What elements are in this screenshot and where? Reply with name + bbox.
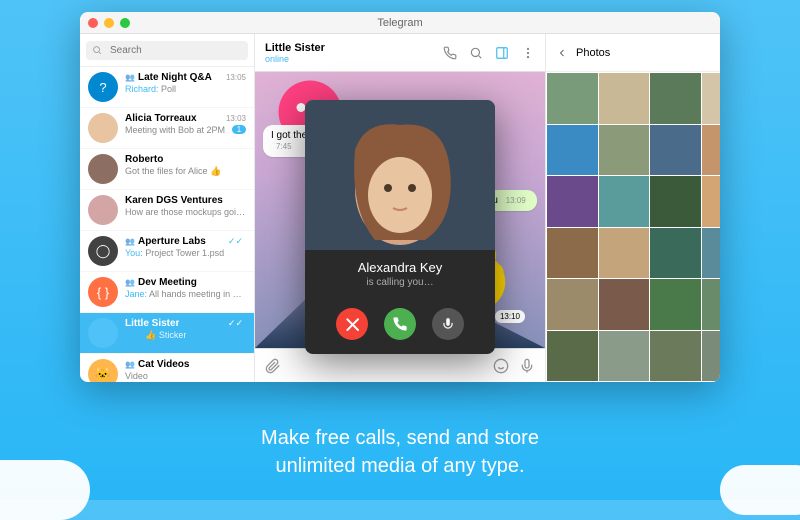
photo-grid: [546, 72, 720, 382]
photo-thumbnail[interactable]: [599, 125, 650, 176]
message-time: 13:09: [506, 196, 526, 205]
chat-name: Roberto: [125, 154, 163, 165]
photo-thumbnail[interactable]: [547, 228, 598, 279]
chat-list-item[interactable]: { } 👥Dev Meeting Jane: All hands meeting…: [80, 272, 254, 313]
mic-toggle-button[interactable]: [432, 308, 464, 340]
chat-list-item[interactable]: Alicia Torreaux 13:03 Meeting with Bob a…: [80, 108, 254, 149]
caller-photo: [305, 100, 495, 250]
group-icon: 👥: [125, 237, 135, 246]
group-icon: 👥: [125, 73, 135, 82]
photo-thumbnail[interactable]: [702, 176, 721, 227]
photos-title: Photos: [576, 47, 610, 59]
minimize-window-button[interactable]: [104, 18, 114, 28]
chat-list-item[interactable]: ? 👥Late Night Q&A 13:05 Richard: Poll: [80, 67, 254, 108]
photo-thumbnail[interactable]: [702, 73, 721, 124]
chat-name: Alicia Torreaux: [125, 113, 197, 124]
photo-thumbnail[interactable]: [547, 125, 598, 176]
read-check-icon: ✓✓: [228, 236, 243, 247]
chat-preview: Meeting with Bob at 2PM: [125, 125, 225, 135]
photo-thumbnail[interactable]: [650, 73, 701, 124]
chat-list-item[interactable]: Roberto Got the files for Alice 👍: [80, 149, 254, 190]
avatar: [88, 154, 118, 184]
avatar: ◯: [88, 236, 118, 266]
close-window-button[interactable]: [88, 18, 98, 28]
accept-call-button[interactable]: [384, 308, 416, 340]
caller-name: Alexandra Key: [315, 260, 485, 275]
attach-icon[interactable]: [265, 358, 281, 374]
call-icon[interactable]: [443, 46, 457, 60]
chat-preview: Jane: All hands meeting in 304: [125, 289, 246, 299]
photo-thumbnail[interactable]: [702, 331, 721, 382]
chat-name: Little Sister: [125, 318, 179, 329]
chat-list: ? 👥Late Night Q&A 13:05 Richard: Poll Al…: [80, 67, 254, 382]
avatar: [88, 195, 118, 225]
avatar: { }: [88, 277, 118, 307]
photo-thumbnail[interactable]: [599, 73, 650, 124]
avatar: ?: [88, 72, 118, 102]
window-title: Telegram: [377, 17, 422, 29]
conversation-name: Little Sister: [265, 42, 325, 54]
sidebar-toggle-icon[interactable]: [495, 46, 509, 60]
search-input[interactable]: [86, 41, 248, 60]
mic-icon[interactable]: [519, 358, 535, 374]
read-check-icon: ✓✓: [228, 318, 243, 329]
chat-list-item[interactable]: Little Sister ✓✓ You: 👍 Sticker: [80, 313, 254, 354]
marketing-tagline: Make free calls, send and storeunlimited…: [0, 424, 800, 480]
maximize-window-button[interactable]: [120, 18, 130, 28]
message-time: 13:10: [495, 310, 525, 323]
photo-thumbnail[interactable]: [599, 228, 650, 279]
photo-thumbnail[interactable]: [702, 279, 721, 330]
chat-name: 👥Late Night Q&A: [125, 72, 212, 83]
conversation-status: online: [265, 54, 325, 64]
photo-thumbnail[interactable]: [650, 279, 701, 330]
photo-thumbnail[interactable]: [547, 279, 598, 330]
photo-thumbnail[interactable]: [599, 331, 650, 382]
photo-thumbnail[interactable]: [702, 125, 721, 176]
chat-preview: How are those mockups going?: [125, 207, 246, 217]
titlebar: Telegram: [80, 12, 720, 34]
photo-thumbnail[interactable]: [650, 331, 701, 382]
chat-preview: Richard: Poll: [125, 84, 176, 94]
chat-list-item[interactable]: Karen DGS Ventures How are those mockups…: [80, 190, 254, 231]
photos-panel: Photos: [545, 34, 720, 382]
search-icon: [92, 45, 102, 55]
chat-time: 13:05: [226, 73, 246, 82]
group-icon: 👥: [125, 360, 135, 369]
chat-name: 👥Cat Videos: [125, 359, 189, 370]
message-time: 7:45: [276, 142, 292, 151]
group-icon: 👥: [125, 278, 135, 287]
avatar: [88, 113, 118, 143]
chat-list-item[interactable]: 🐱 👥Cat Videos Video: [80, 354, 254, 382]
call-status: is calling you…: [315, 277, 485, 288]
chat-preview: Got the files for Alice 👍: [125, 166, 221, 177]
avatar: [88, 318, 118, 348]
chat-time: 13:03: [226, 114, 246, 123]
photo-thumbnail[interactable]: [702, 228, 721, 279]
chat-preview: You: Project Tower 1.psd: [125, 248, 224, 258]
photo-thumbnail[interactable]: [599, 279, 650, 330]
more-icon[interactable]: [521, 46, 535, 60]
search-in-chat-icon[interactable]: [469, 46, 483, 60]
chat-sidebar: ? 👥Late Night Q&A 13:05 Richard: Poll Al…: [80, 34, 255, 382]
photo-thumbnail[interactable]: [650, 125, 701, 176]
photo-thumbnail[interactable]: [547, 176, 598, 227]
photo-thumbnail[interactable]: [650, 228, 701, 279]
photo-thumbnail[interactable]: [547, 73, 598, 124]
chat-name: 👥Dev Meeting: [125, 277, 197, 288]
emoji-icon[interactable]: [493, 358, 509, 374]
incoming-call-modal: Alexandra Key is calling you…: [305, 100, 495, 354]
photo-thumbnail[interactable]: [650, 176, 701, 227]
chat-list-item[interactable]: ◯ 👥Aperture Labs ✓✓ You: Project Tower 1…: [80, 231, 254, 272]
photo-thumbnail[interactable]: [547, 331, 598, 382]
chat-preview: Video: [125, 371, 148, 381]
photo-thumbnail[interactable]: [599, 176, 650, 227]
chat-name: Karen DGS Ventures: [125, 195, 223, 206]
decline-call-button[interactable]: [336, 308, 368, 340]
unread-badge: 1: [232, 125, 246, 134]
back-icon[interactable]: [556, 47, 568, 59]
chat-preview: You: 👍 Sticker: [125, 330, 186, 341]
avatar: 🐱: [88, 359, 118, 382]
chat-name: 👥Aperture Labs: [125, 236, 206, 247]
